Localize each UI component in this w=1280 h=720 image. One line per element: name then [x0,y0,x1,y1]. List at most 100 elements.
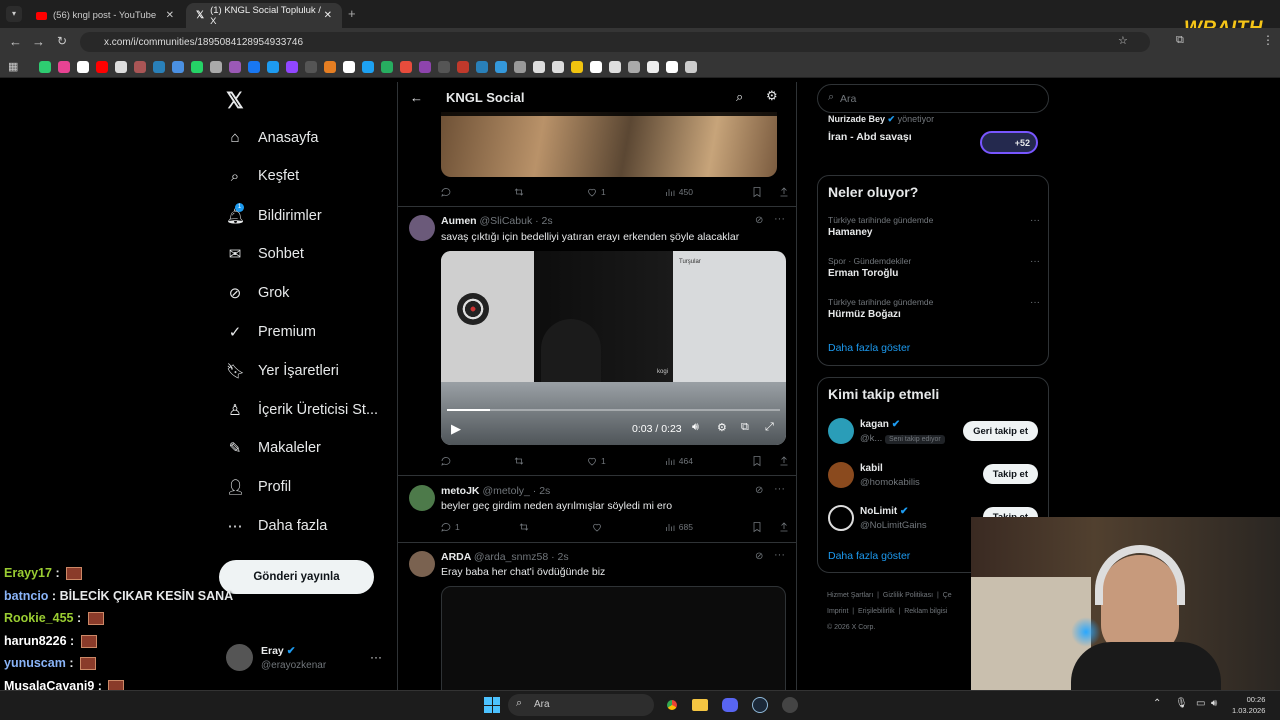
browser-tab-youtube[interactable]: (56) kngl post - YouTube ✕ [26,3,184,28]
nav-explore[interactable]: ⌕ Keşfet [226,168,299,185]
views-count[interactable]: 450 [664,186,693,198]
bookmark-favicon-icon[interactable] [590,60,603,73]
post-image[interactable] [441,112,777,177]
nav-home[interactable]: ⌂ Anasayfa [226,129,318,146]
footer-link[interactable]: Imprint [827,608,848,615]
tab-list-button[interactable]: ▾ [6,6,22,22]
bookmark-favicon-icon[interactable] [457,60,470,73]
bookmark-favicon-icon[interactable] [628,60,641,73]
bookmark-favicon-icon[interactable] [552,60,565,73]
reload-icon[interactable]: ↻ [57,34,67,48]
bookmark-favicon-icon[interactable] [666,60,679,73]
back-arrow-icon[interactable]: ← [410,90,423,105]
chat-username[interactable]: batncio [4,589,48,603]
more-icon[interactable]: ··· [774,549,785,561]
play-icon[interactable]: ▶ [451,421,461,437]
grok-icon[interactable]: ⊘ [755,485,763,496]
settings-icon[interactable]: ⚙ [717,421,727,434]
mic-icon[interactable]: 🎙︎ [1175,698,1188,709]
avatar[interactable] [409,485,435,511]
grok-icon[interactable]: ⊘ [755,215,763,226]
follow-back-button[interactable]: Geri takip et [963,421,1038,441]
author-name[interactable]: Aumen [441,215,477,227]
nav-profile[interactable]: 👤︎ Profil [226,478,291,496]
bookmark-star-icon[interactable]: ☆ [1118,34,1128,47]
bookmark-favicon-icon[interactable] [134,60,147,73]
app-icon[interactable] [782,697,798,713]
author-handle[interactable]: @SliCabuk · 2s [480,215,553,227]
bookmark-favicon-icon[interactable] [400,60,413,73]
chat-username[interactable]: Rookie_455 [4,611,73,625]
repost-button[interactable] [518,521,533,533]
repost-button[interactable] [513,186,528,198]
nav-more[interactable]: ⋯ Daha fazla [226,517,328,535]
like-button[interactable]: 1 [586,455,606,467]
views-count[interactable]: 464 [664,455,693,467]
nav-grok[interactable]: ⊘ Grok [226,284,290,302]
avatar[interactable] [409,551,435,577]
bookmark-favicon-icon[interactable] [419,60,432,73]
fullscreen-icon[interactable]: ⤢ [765,421,774,434]
nav-articles[interactable]: ✎ Makaleler [226,439,321,457]
bookmark-favicon-icon[interactable] [172,60,185,73]
nav-bookmarks[interactable]: 🔖︎ Yer İşaretleri [226,362,339,380]
show-more-link[interactable]: Daha fazla göster [828,342,910,354]
chat-username[interactable]: harun8226 [4,634,67,648]
bookmark-favicon-icon[interactable] [647,60,660,73]
share-icon[interactable] [778,521,790,533]
bookmark-favicon-icon[interactable] [115,60,128,73]
video-player[interactable]: Turşular kogi ▶ 0:03 / 0:23 🔊︎ ⚙ ⧉ ⤢ [441,251,786,445]
reply-button[interactable] [440,455,455,467]
show-more-link[interactable]: Daha fazla göster [828,550,910,562]
taskbar-search[interactable]: ⌕ Ara [508,694,654,716]
bookmark-favicon-icon[interactable] [495,60,508,73]
bookmark-favicon-icon[interactable] [77,60,90,73]
avatar[interactable] [409,215,435,241]
bookmark-favicon-icon[interactable] [96,60,109,73]
footer-link[interactable]: Hizmet Şartları [827,592,873,599]
bookmark-button[interactable] [751,521,790,533]
menu-icon[interactable]: ⋮ [1262,33,1274,47]
search-input[interactable]: ⌕ Ara [817,84,1049,113]
author-handle[interactable]: @metoly_ · 2s [482,485,550,497]
chat-username[interactable]: yunuscam [4,656,66,670]
chat-username[interactable]: Erayy17 [4,566,52,580]
discord-icon[interactable] [722,698,738,712]
bookmark-favicon-icon[interactable] [571,60,584,73]
steam-icon[interactable] [752,697,768,713]
author-handle[interactable]: @arda_snmz58 · 2s [474,551,569,563]
bookmark-favicon-icon[interactable] [533,60,546,73]
extensions-icon[interactable]: ⧉ [1176,34,1184,47]
windows-start-icon[interactable] [484,697,500,713]
nav-notifications[interactable]: 🔔︎ 1 Bildirimler [226,202,322,225]
bookmark-favicon-icon[interactable] [191,60,204,73]
reply-button[interactable]: 1 [440,521,460,533]
footer-link[interactable]: Reklam bilgisi [904,608,947,615]
grok-icon[interactable]: ⊘ [755,551,763,562]
search-icon[interactable]: ⌕ [736,89,743,105]
pip-icon[interactable]: ⧉ [741,421,749,434]
bookmark-favicon-icon[interactable] [514,60,527,73]
bookmark-favicon-icon[interactable] [58,60,71,73]
more-icon[interactable]: ··· [1030,297,1040,308]
trend-item[interactable]: Türkiye tarihinde gündemde Hamaney ··· [828,215,1040,238]
footer-link[interactable]: Erişilebilirlik [858,608,895,615]
repost-button[interactable] [513,455,528,467]
trend-item[interactable]: Türkiye tarihinde gündemde Hürmüz Boğazı… [828,297,1040,320]
bookmark-button[interactable] [751,186,790,198]
clock[interactable]: 00:26 1.03.2026 [1232,694,1265,716]
more-icon[interactable]: ··· [1030,215,1040,226]
more-icon[interactable]: ··· [774,483,785,495]
volume-icon[interactable]: 🔊︎ [692,421,699,434]
nav-premium[interactable]: ✓ Premium [226,323,316,341]
chrome-icon[interactable] [664,697,680,713]
views-count[interactable]: 685 [664,521,693,533]
close-icon[interactable]: ✕ [166,10,174,21]
file-explorer-icon[interactable] [692,699,708,711]
author-name[interactable]: ARDA [441,551,471,563]
author-name[interactable]: metoJK [441,485,480,497]
tray-chevron-icon[interactable]: ⌃ [1153,698,1161,709]
bookmark-favicon-icon[interactable] [39,60,52,73]
bookmark-favicon-icon[interactable] [153,60,166,73]
reply-button[interactable] [440,186,455,198]
